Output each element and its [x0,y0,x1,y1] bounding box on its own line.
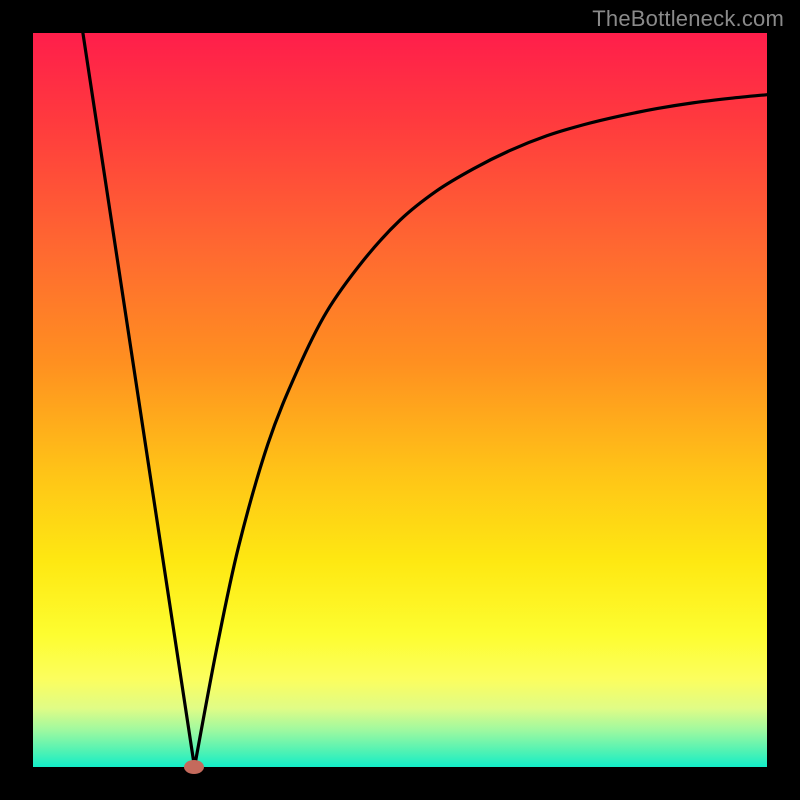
watermark-text: TheBottleneck.com [592,6,784,32]
chart-frame: TheBottleneck.com [0,0,800,800]
curve-path [83,33,767,767]
plot-area [33,33,767,767]
minimum-marker [184,760,204,774]
bottleneck-curve [33,33,767,767]
